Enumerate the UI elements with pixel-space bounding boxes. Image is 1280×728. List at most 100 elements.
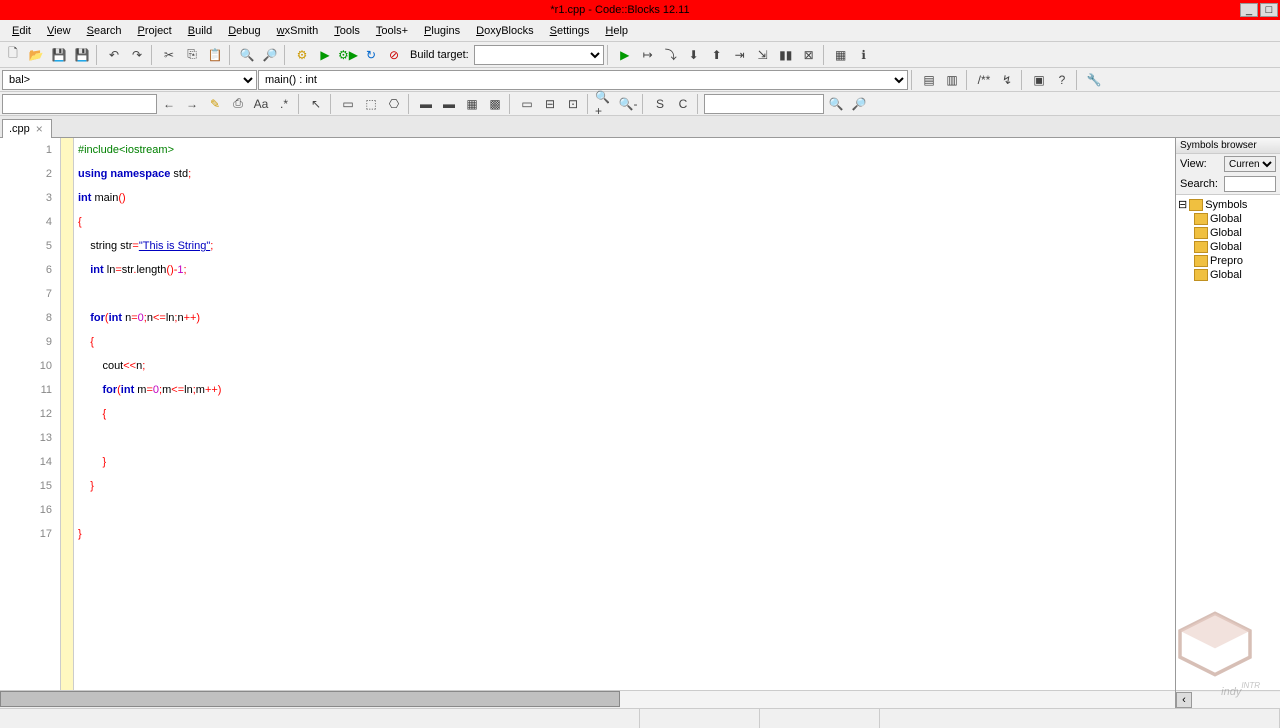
break-icon[interactable]: ▮▮ [775,44,797,66]
zoom-out-icon[interactable]: 🔍- [617,93,639,115]
symbols-horizontal-scrollbar[interactable]: ‹ [1176,690,1280,708]
symbols-tree[interactable]: ⊟ Symbols GlobalGlobalGlobalPreproGlobal [1176,194,1280,690]
tree-item[interactable]: Global [1178,268,1278,282]
rebuild-icon[interactable]: ↻ [360,44,382,66]
new-file-icon[interactable]: 🗋 [2,44,24,66]
collapse-icon[interactable]: ⊟ [1178,198,1187,211]
debug-start-icon[interactable]: ▶ [614,44,636,66]
find-icon[interactable]: 🔍 [236,44,258,66]
view-select[interactable]: Current file [1224,156,1276,172]
tree-item[interactable]: Global [1178,240,1278,254]
step-out-icon[interactable]: ⬆ [706,44,728,66]
menu-tools[interactable]: Tools [326,23,368,39]
tree-item[interactable]: Prepro [1178,254,1278,268]
menu-plugins[interactable]: Plugins [416,23,468,39]
prev-icon[interactable]: ← [158,93,180,115]
run-to-cursor-icon[interactable]: ↦ [637,44,659,66]
debug-windows-icon[interactable]: ▦ [830,44,852,66]
search-label: Search: [1180,178,1220,190]
scrollbar-thumb[interactable] [0,691,620,707]
select-icon[interactable]: ↖ [305,93,327,115]
close-tab-icon[interactable]: × [34,122,45,136]
search-input[interactable] [2,94,157,114]
zoom-in-icon[interactable]: 🔍+ [594,93,616,115]
menu-search[interactable]: Search [79,23,130,39]
menu-edit[interactable]: Edit [4,23,39,39]
doxy-run-icon[interactable]: ↯ [996,69,1018,91]
build-icon[interactable]: ⚙ [291,44,313,66]
jump-options-icon[interactable]: 🔎 [848,93,870,115]
run-icon[interactable]: ▶ [314,44,336,66]
menu-view[interactable]: View [39,23,79,39]
open-file-icon[interactable]: 📂 [25,44,47,66]
scroll-left-icon[interactable]: ‹ [1176,692,1192,708]
editor-horizontal-scrollbar[interactable] [0,690,1175,708]
jump-input[interactable] [704,94,824,114]
maximize-button[interactable]: □ [1260,3,1278,17]
doxy-block-icon[interactable]: ▤ [918,69,940,91]
save-all-icon[interactable]: 💾 [71,44,93,66]
cut-icon[interactable]: ✂ [158,44,180,66]
tree-item[interactable]: Global [1178,226,1278,240]
tree-item[interactable]: Global [1178,212,1278,226]
regex-icon[interactable]: .* [273,93,295,115]
continue-icon[interactable]: ⊡ [562,93,584,115]
doxy-line-icon[interactable]: ▥ [941,69,963,91]
build-target-select[interactable] [474,45,604,65]
menu-doxyblocks[interactable]: DoxyBlocks [468,23,541,39]
block2-icon[interactable]: ▬ [438,93,460,115]
symbols-scroll-track[interactable] [1192,692,1280,708]
menu-wxsmith[interactable]: wxSmith [269,23,327,39]
break-block-icon[interactable]: ⊟ [539,93,561,115]
jump-search-icon[interactable]: 🔍 [825,93,847,115]
abort-icon[interactable]: ⊘ [383,44,405,66]
next-line-icon[interactable]: ⤵ [660,44,682,66]
menu-project[interactable]: Project [130,23,180,39]
info-icon[interactable]: ℹ [853,44,875,66]
tree-root[interactable]: ⊟ Symbols [1178,197,1278,212]
replace-icon[interactable]: 🔎 [259,44,281,66]
match-case-icon[interactable]: Aa [250,93,272,115]
menu-help[interactable]: Help [597,23,636,39]
menu-toolsplus[interactable]: Tools+ [368,23,416,39]
block1-icon[interactable]: ▬ [415,93,437,115]
next-instruction-icon[interactable]: ⇥ [729,44,751,66]
code-editor[interactable]: 1234567891011121314151617 #include<iostr… [0,138,1175,708]
menu-debug[interactable]: Debug [220,23,268,39]
build-run-icon[interactable]: ⚙▶ [337,44,359,66]
struct-s-icon[interactable]: S [649,93,671,115]
change-margin [60,138,74,690]
loop-icon[interactable]: ⎔ [383,93,405,115]
return-icon[interactable]: ▭ [516,93,538,115]
menu-settings[interactable]: Settings [542,23,598,39]
doxy-chm-icon[interactable]: ? [1051,69,1073,91]
scope-select[interactable]: bal> [2,70,257,90]
highlight-icon[interactable]: ✎ [204,93,226,115]
menu-build[interactable]: Build [180,23,220,39]
struct-c-icon[interactable]: C [672,93,694,115]
symbols-search-input[interactable] [1224,176,1276,192]
redo-icon[interactable]: ↷ [126,44,148,66]
clear-highlight-icon[interactable]: ⎙ [227,93,249,115]
doxy-html-icon[interactable]: ▣ [1028,69,1050,91]
paste-icon[interactable]: 📋 [204,44,226,66]
stop-debug-icon[interactable]: ⊠ [798,44,820,66]
next-icon[interactable]: → [181,93,203,115]
scrollbar-track[interactable] [620,691,1175,708]
cond-icon[interactable]: ⬚ [360,93,382,115]
instr-icon[interactable]: ▭ [337,93,359,115]
step-into-icon[interactable]: ⬇ [683,44,705,66]
tab-file[interactable]: .cpp × [2,119,52,138]
copy-icon[interactable]: ⎘ [181,44,203,66]
function-select[interactable]: main() : int [258,70,908,90]
doxy-comment-icon[interactable]: /** [973,69,995,91]
undo-icon[interactable]: ↶ [103,44,125,66]
minimize-button[interactable]: _ [1240,3,1258,17]
step-into-instruction-icon[interactable]: ⇲ [752,44,774,66]
folder-icon [1194,255,1208,267]
code-area[interactable]: #include<iostream>using namespace std;in… [74,138,1175,690]
block3-icon[interactable]: ▦ [461,93,483,115]
block4-icon[interactable]: ▩ [484,93,506,115]
save-icon[interactable]: 💾 [48,44,70,66]
doxy-config-icon[interactable]: 🔧 [1083,69,1105,91]
